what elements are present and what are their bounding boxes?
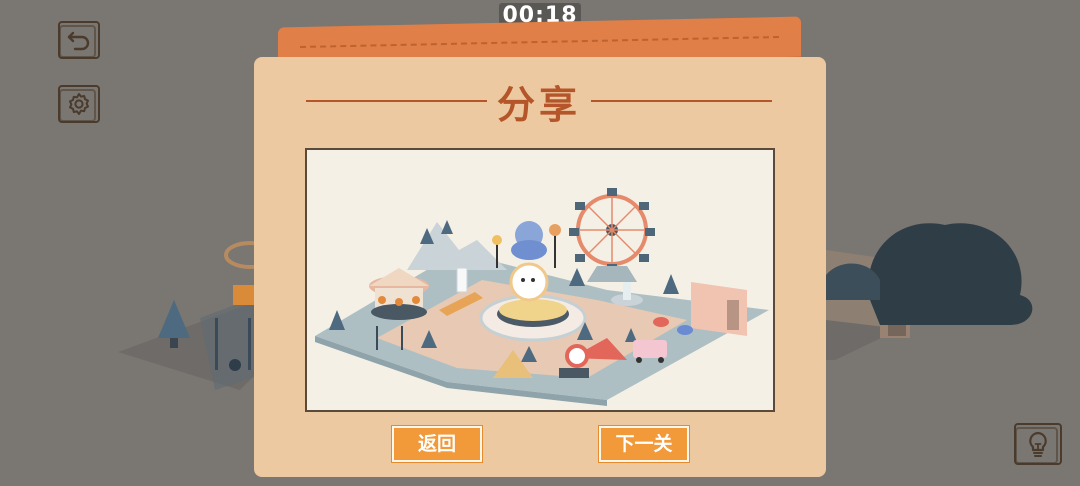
dialog-title: 分享 bbox=[497, 82, 582, 127]
left-tree bbox=[158, 300, 190, 338]
title-rule-right bbox=[591, 100, 773, 102]
title-rule-left bbox=[306, 100, 487, 102]
share-dialog: 分享 返回 下一关 bbox=[254, 57, 826, 477]
share-preview-image bbox=[305, 148, 775, 412]
undo-arrow-icon bbox=[67, 31, 90, 51]
amusement-park-illustration bbox=[315, 188, 769, 406]
return-button[interactable]: 返回 bbox=[392, 426, 482, 462]
lightbulb-icon bbox=[1029, 431, 1047, 457]
next-level-button[interactable]: 下一关 bbox=[599, 426, 689, 462]
back-button[interactable] bbox=[58, 21, 100, 59]
right-cloud bbox=[868, 223, 1033, 325]
settings-button[interactable] bbox=[58, 85, 100, 123]
gear-icon bbox=[69, 93, 89, 115]
hint-button[interactable] bbox=[1014, 423, 1062, 465]
dialog-header: 分享 bbox=[306, 75, 773, 127]
